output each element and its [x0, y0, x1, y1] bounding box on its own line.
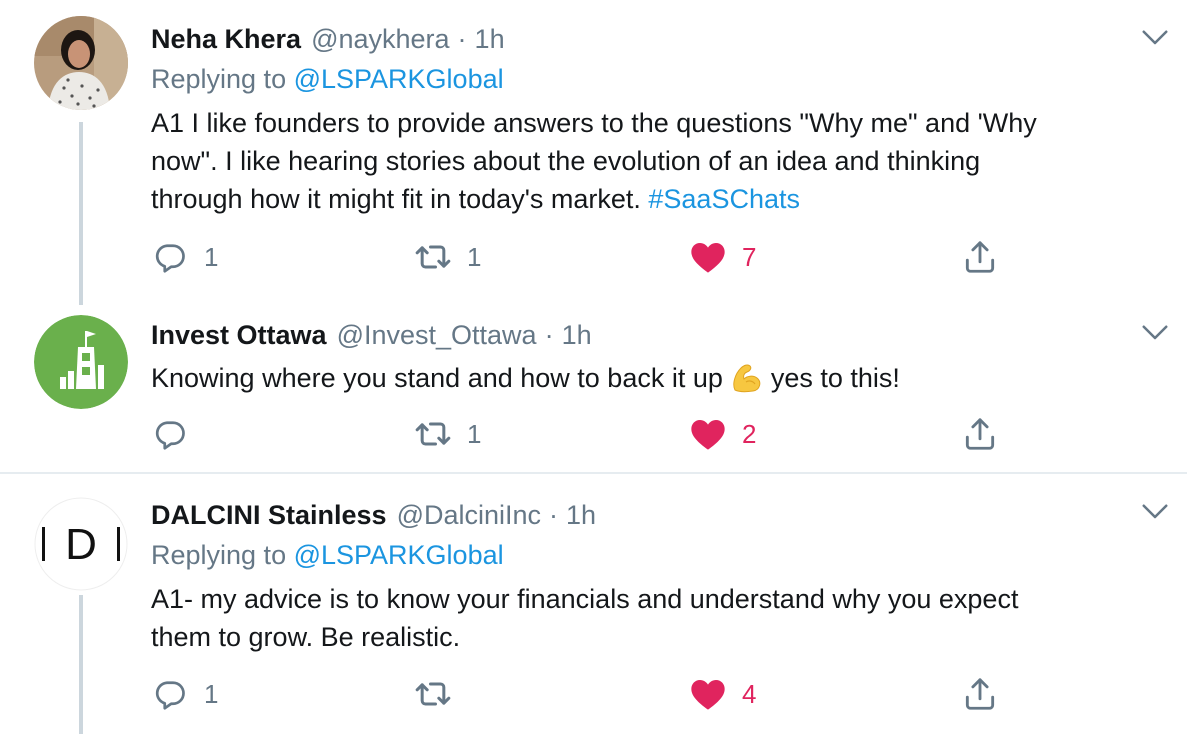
- hashtag-link[interactable]: #SaaSChats: [648, 184, 800, 214]
- retweet-button[interactable]: [413, 674, 467, 714]
- like-count: 4: [742, 678, 757, 709]
- heart-icon: [688, 237, 728, 277]
- reply-icon: [150, 414, 190, 454]
- timestamp[interactable]: 1h: [566, 500, 596, 531]
- avatar[interactable]: [34, 315, 128, 409]
- tweet-header: Neha Khera @naykhera · 1h: [151, 22, 505, 56]
- tweet-actions: 1 1 7: [0, 237, 1187, 277]
- tweet-actions: 1 2: [0, 414, 1187, 454]
- tweet-text-line: A1 I like founders to provide answers to…: [151, 108, 1037, 138]
- avatar-letter: D: [65, 520, 97, 569]
- tweet-invest-ottawa[interactable]: Invest Ottawa @Invest_Ottawa · 1h Knowin…: [0, 305, 1187, 473]
- reply-icon: [150, 674, 190, 714]
- tweet-text-line: now". I like hearing stories about the e…: [151, 146, 981, 176]
- flexed-biceps-emoji-icon: [729, 360, 765, 394]
- display-name[interactable]: DALCINI Stainless: [151, 500, 387, 531]
- tweet-text-line: through how it might fit in today's mark…: [151, 180, 1171, 218]
- tweet-actions: 1 4: [0, 674, 1187, 714]
- retweet-count: 1: [467, 241, 482, 272]
- timestamp[interactable]: 1h: [475, 24, 505, 55]
- replying-to: Replying to @LSPARKGlobal: [151, 540, 504, 571]
- retweet-icon: [413, 237, 453, 277]
- reply-button[interactable]: 1: [150, 237, 218, 277]
- share-button[interactable]: [960, 414, 1000, 454]
- reply-icon: [150, 237, 190, 277]
- chevron-down-icon[interactable]: [1140, 323, 1170, 343]
- tweet-text-segment: through how it might fit in today's mark…: [151, 184, 649, 214]
- display-name[interactable]: Invest Ottawa: [151, 320, 327, 351]
- tweet-text: Knowing where you stand and how to back …: [151, 359, 1171, 397]
- tweet-neha-khera[interactable]: Neha Khera @naykhera · 1h Replying to @L…: [0, 0, 1187, 305]
- tweet-text: A1- my advice is to know your financials…: [151, 580, 1171, 656]
- tweet-text-line: A1- my advice is to know your financials…: [151, 584, 1019, 614]
- tweet-text-segment: yes to this!: [770, 363, 900, 393]
- replying-to: Replying to @LSPARKGlobal: [151, 64, 504, 95]
- reply-count: 1: [204, 241, 219, 272]
- share-icon: [960, 674, 1000, 714]
- reply-count: 1: [204, 678, 219, 709]
- share-icon: [960, 414, 1000, 454]
- tweet-text-line: Knowing where you stand and how to back …: [151, 359, 1171, 397]
- like-count: 2: [742, 418, 757, 449]
- chevron-down-icon[interactable]: [1140, 28, 1170, 48]
- mention-link[interactable]: @LSPARKGlobal: [294, 540, 504, 570]
- tweet-header: DALCINI Stainless @DalciniInc · 1h: [151, 498, 596, 532]
- like-button[interactable]: 4: [688, 674, 756, 714]
- like-button[interactable]: 7: [688, 237, 756, 277]
- retweet-count: 1: [467, 418, 482, 449]
- tweet-header: Invest Ottawa @Invest_Ottawa · 1h: [151, 318, 592, 352]
- username[interactable]: @naykhera: [311, 24, 449, 55]
- avatar[interactable]: [34, 16, 128, 110]
- like-count: 7: [742, 241, 757, 272]
- share-button[interactable]: [960, 237, 1000, 277]
- username[interactable]: @Invest_Ottawa: [337, 320, 537, 351]
- heart-icon: [688, 674, 728, 714]
- chevron-down-icon[interactable]: [1140, 502, 1170, 522]
- replying-to-prefix: Replying to: [151, 64, 294, 94]
- display-name[interactable]: Neha Khera: [151, 24, 301, 55]
- retweet-icon: [413, 414, 453, 454]
- mention-link[interactable]: @LSPARKGlobal: [294, 64, 504, 94]
- tweet-text-segment: Knowing where you stand and how to back …: [151, 363, 723, 393]
- avatar[interactable]: D: [34, 497, 128, 591]
- retweet-icon: [413, 674, 453, 714]
- heart-icon: [688, 414, 728, 454]
- timestamp[interactable]: 1h: [562, 320, 592, 351]
- like-button[interactable]: 2: [688, 414, 756, 454]
- retweet-button[interactable]: 1: [413, 414, 481, 454]
- replying-to-prefix: Replying to: [151, 540, 294, 570]
- tweet-dalcini-stainless[interactable]: D DALCINI Stainless @DalciniInc · 1h Rep…: [0, 473, 1187, 734]
- reply-button[interactable]: 1: [150, 674, 218, 714]
- retweet-button[interactable]: 1: [413, 237, 481, 277]
- tweet-text: A1 I like founders to provide answers to…: [151, 104, 1171, 218]
- thread-line: [79, 122, 83, 305]
- username[interactable]: @DalciniInc: [397, 500, 541, 531]
- share-button[interactable]: [960, 674, 1000, 714]
- reply-button[interactable]: [150, 414, 204, 454]
- separator: ·: [544, 319, 554, 350]
- separator: ·: [549, 499, 559, 530]
- tweet-text-line: them to grow. Be realistic.: [151, 622, 461, 652]
- separator: ·: [457, 23, 467, 54]
- share-icon: [960, 237, 1000, 277]
